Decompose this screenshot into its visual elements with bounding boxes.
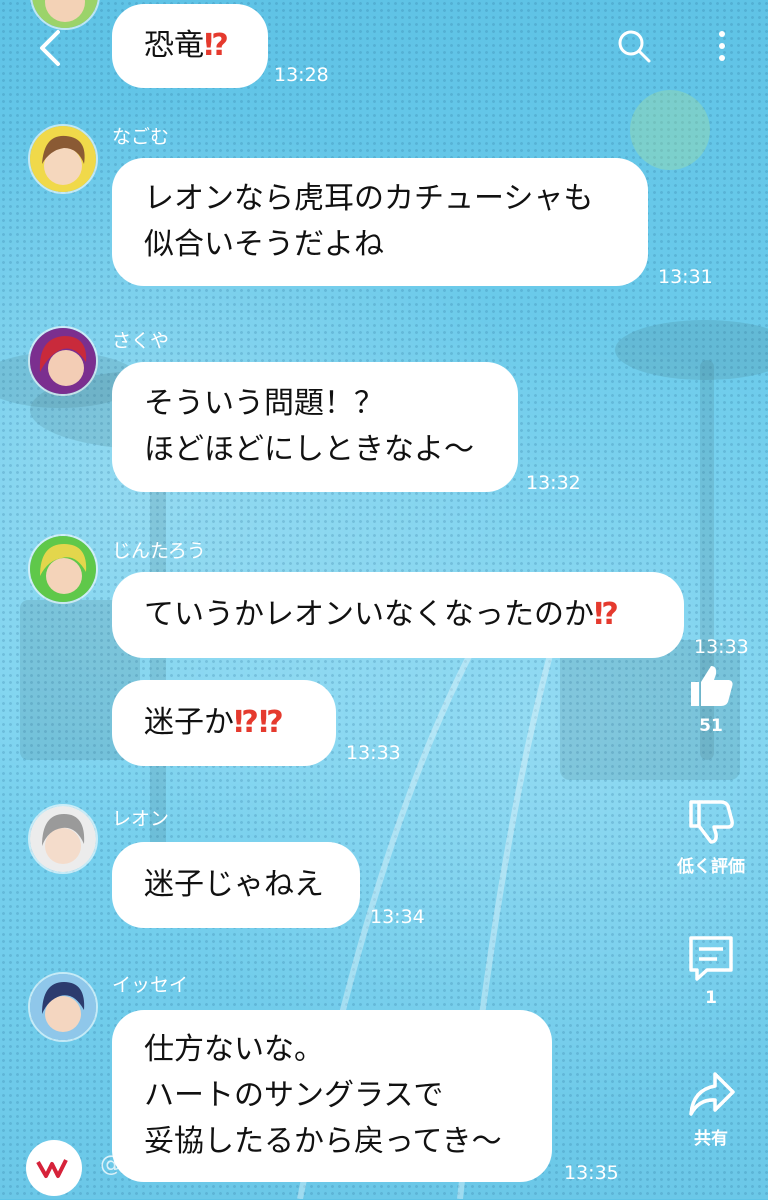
sender-name: さくや (112, 330, 170, 352)
search-button[interactable] (614, 26, 654, 66)
message-text: 迷子か (144, 705, 234, 740)
share-label: 共有 (694, 1129, 728, 1149)
message-text: ほどほどにしときなよ〜 (144, 432, 474, 467)
message-text: 迷子じゃねえ (144, 867, 324, 902)
message-bubble: ていうかレオンいなくなったのか⁉ (112, 572, 684, 658)
avatar[interactable] (28, 124, 98, 194)
message-text: そういう問題！？ (144, 386, 384, 421)
search-icon (618, 30, 651, 63)
sender-name: じんたろう (112, 540, 206, 562)
exclamation-question-emoji: ⁉ (204, 28, 229, 63)
message-time: 13:31 (658, 266, 713, 288)
dislike-button[interactable]: 低く評価 (666, 796, 756, 877)
message-time: 13:33 (694, 636, 749, 658)
exclamation-question-emoji: ⁉ (594, 597, 619, 632)
sender-name: イッセイ (112, 974, 189, 996)
message-text: レオンなら虎耳のカチューシャも (144, 181, 594, 216)
message-text: 恐竜 (144, 28, 204, 63)
dislike-label: 低く評価 (677, 857, 745, 877)
message-bubble: 迷子じゃねえ (112, 842, 360, 928)
message-bubble: 恐竜⁉ (112, 4, 268, 88)
avatar[interactable] (28, 534, 98, 604)
channel-handle-watermark: @vsa_official_jp (100, 1152, 275, 1177)
exclamation-question-emoji: ⁉⁉ (234, 705, 284, 740)
vsa-logo-icon (36, 1159, 68, 1178)
message-time: 13:28 (274, 64, 329, 86)
message-time: 13:33 (346, 742, 401, 764)
comment-count: 1 (705, 988, 717, 1008)
thumbs-up-icon (691, 666, 733, 706)
message-bubble: レオンなら虎耳のカチューシャも 似合いそうだよね (112, 158, 648, 286)
share-icon (689, 1072, 735, 1116)
message-text: ていうかレオンいなくなったのか (144, 597, 594, 632)
sender-name: なごむ (112, 126, 170, 148)
message-time: 13:35 (564, 1162, 619, 1184)
avatar[interactable] (28, 326, 98, 396)
comment-icon (689, 936, 733, 981)
like-count: 51 (699, 716, 723, 736)
share-button[interactable]: 共有 (666, 1068, 756, 1149)
more-menu-button[interactable] (712, 28, 732, 68)
like-button[interactable]: 51 (666, 660, 756, 736)
more-vertical-icon (719, 31, 725, 61)
message-text: 仕方ないな。 (144, 1032, 324, 1067)
sender-name: レオン (112, 808, 170, 830)
message-time: 13:32 (526, 472, 581, 494)
message-time: 13:34 (370, 906, 425, 928)
thumbs-down-icon (689, 800, 734, 844)
channel-logo[interactable] (26, 1140, 82, 1196)
chevron-left-icon (40, 30, 60, 66)
message-text: ハートのサングラスで (144, 1078, 444, 1113)
message-bubble: 迷子か⁉⁉ (112, 680, 336, 766)
message-text: 似合いそうだよね (144, 227, 384, 262)
message-bubble: そういう問題！？ ほどほどにしときなよ〜 (112, 362, 518, 492)
back-button[interactable] (30, 26, 70, 70)
comment-button[interactable]: 1 (666, 932, 756, 1008)
avatar[interactable] (28, 972, 98, 1042)
avatar[interactable] (28, 804, 98, 874)
